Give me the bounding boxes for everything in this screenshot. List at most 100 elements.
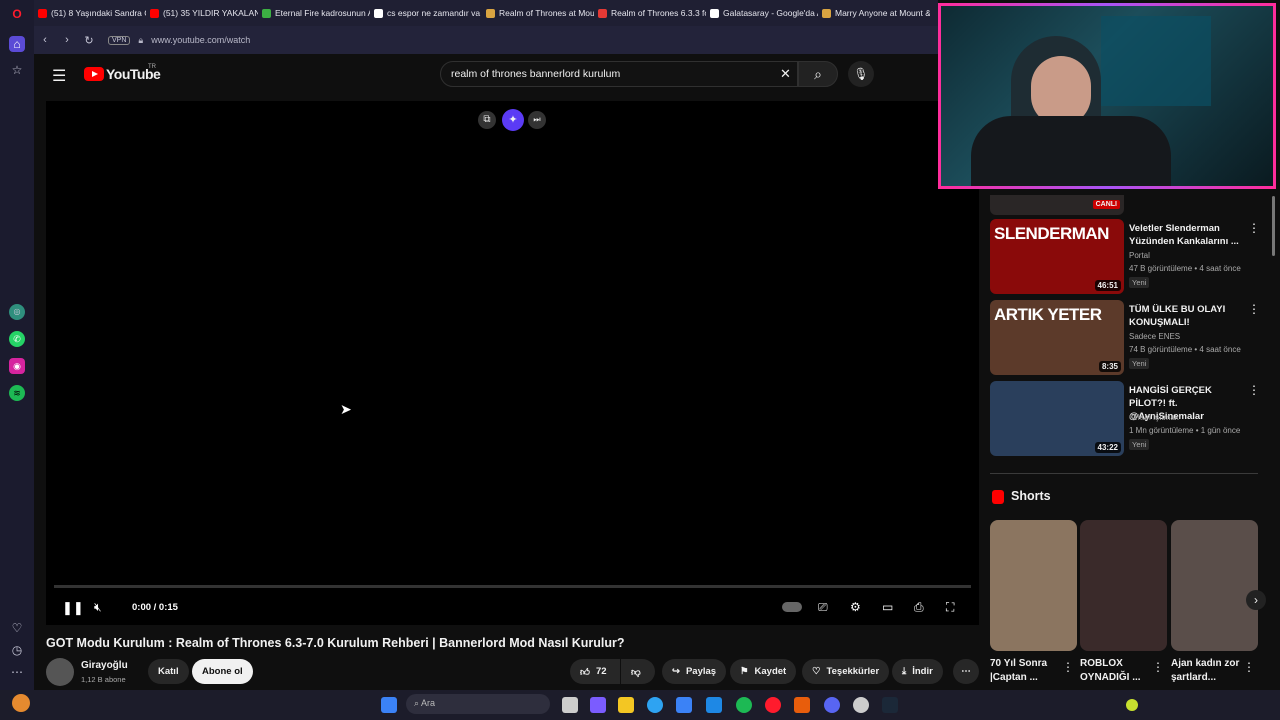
whatsapp-icon[interactable]: ✆ bbox=[9, 331, 25, 347]
progress-bar[interactable] bbox=[54, 585, 971, 588]
short-title[interactable]: Ajan kadın zor şartlard... bbox=[1171, 657, 1243, 685]
theater-mode-icon[interactable]: ▭ bbox=[882, 600, 893, 614]
tab-bar: (51) 8 Yaşındaki Sandra Ca (51) 35 YILDIR… bbox=[34, 0, 938, 26]
more-icon: ⋯ bbox=[961, 666, 971, 677]
pause-icon[interactable]: ❚❚ bbox=[62, 600, 84, 616]
file-explorer-icon[interactable] bbox=[618, 697, 634, 713]
save-button[interactable]: ⚑ Kaydet bbox=[730, 659, 797, 684]
browser-tab[interactable]: (51) 8 Yaşındaki Sandra Ca bbox=[34, 0, 146, 26]
cast-icon[interactable]: ⎙ bbox=[914, 600, 924, 615]
video-thumbnail[interactable]: ARTIK YETER 8:35 bbox=[990, 300, 1124, 375]
share-button[interactable]: ↪ Paylaş bbox=[662, 659, 727, 684]
recommendation-item[interactable]: SLENDERMAN 46:51 Veletler Slenderman Yüzün… bbox=[990, 219, 1265, 297]
mute-icon[interactable]: 🔇︎ bbox=[94, 600, 102, 615]
task-view-icon[interactable] bbox=[562, 697, 578, 713]
store-icon[interactable] bbox=[676, 697, 692, 713]
subtitles-icon[interactable]: ⎚ bbox=[818, 600, 828, 615]
more-options-icon[interactable]: ⋮ bbox=[1062, 660, 1074, 674]
clear-search-icon[interactable]: ✕ bbox=[780, 66, 791, 82]
ai-sparkle-icon[interactable]: ✦ bbox=[502, 109, 524, 131]
browser-tab[interactable]: Eternal Fire kadrosunun A bbox=[258, 0, 370, 26]
video-thumbnail[interactable]: SLENDERMAN 46:51 bbox=[990, 219, 1124, 294]
star-icon[interactable]: ☆ bbox=[9, 62, 25, 78]
short-thumbnail[interactable] bbox=[990, 520, 1077, 651]
more-options-icon[interactable]: ⋮ bbox=[1152, 660, 1164, 674]
dislike-button[interactable]: 👎︎ bbox=[621, 659, 655, 684]
channel-avatar[interactable] bbox=[46, 658, 74, 686]
url-field[interactable]: www.youtube.com/watch bbox=[151, 35, 250, 45]
home-icon[interactable]: ⌂ bbox=[9, 36, 25, 52]
edge-icon[interactable] bbox=[647, 697, 663, 713]
short-thumbnail[interactable] bbox=[1080, 520, 1167, 651]
shorts-next-icon[interactable]: › bbox=[1246, 590, 1266, 610]
more-actions-button[interactable]: ⋯ bbox=[953, 659, 979, 684]
more-options-icon[interactable]: ⋮ bbox=[1248, 302, 1260, 316]
apps-icon[interactable] bbox=[590, 697, 606, 713]
download-button[interactable]: ⤓ İndir bbox=[892, 659, 943, 684]
forward-icon[interactable]: › bbox=[56, 34, 78, 46]
autoplay-toggle[interactable] bbox=[782, 602, 802, 612]
windows-start-icon[interactable] bbox=[381, 697, 397, 713]
thanks-button[interactable]: ♡ Teşekkürler bbox=[802, 659, 890, 684]
discord-icon[interactable] bbox=[824, 697, 840, 713]
join-button[interactable]: Katıl bbox=[148, 659, 189, 684]
browser-tab[interactable]: Marry Anyone at Mount & bbox=[818, 0, 930, 26]
weather-icon[interactable] bbox=[12, 694, 30, 712]
spotify-icon[interactable]: ≋ bbox=[9, 385, 25, 401]
short-title[interactable]: ROBLOX OYNADIĞI ... bbox=[1080, 657, 1152, 685]
browser-tab[interactable]: cs espor ne zamandır va - bbox=[370, 0, 482, 26]
settings-icon[interactable]: ⚙ bbox=[850, 600, 861, 614]
like-button[interactable]: 👍︎ 72 bbox=[570, 659, 620, 684]
app-icon[interactable] bbox=[794, 697, 810, 713]
instagram-icon[interactable]: ◉ bbox=[9, 358, 25, 374]
subscribe-button[interactable]: Abone ol bbox=[192, 659, 253, 684]
browser-tab[interactable]: Realm of Thrones 6.3.3 fo bbox=[594, 0, 706, 26]
search-input[interactable]: realm of thrones bannerlord kurulum bbox=[440, 61, 798, 87]
browser-tab[interactable]: Galatasaray - Google'da A bbox=[706, 0, 818, 26]
opera-logo-icon[interactable]: O bbox=[9, 6, 25, 22]
short-title[interactable]: 70 Yıl Sonra |Captan ... bbox=[990, 657, 1062, 685]
video-thumbnail[interactable]: 43:22 bbox=[990, 381, 1124, 456]
short-thumbnail[interactable] bbox=[1171, 520, 1258, 651]
search-button[interactable]: ⌕ bbox=[798, 61, 838, 87]
browser-tab[interactable]: Realm of Thrones at Moun bbox=[482, 0, 594, 26]
history-icon[interactable]: ◷ bbox=[9, 642, 25, 658]
webcam-shelf bbox=[1101, 16, 1211, 106]
browser-tab[interactable]: (51) 35 YILDIR YAKALANA bbox=[146, 0, 258, 26]
recommendation-channel[interactable]: Portal bbox=[1129, 251, 1150, 260]
chatgpt-icon[interactable]: ◎ bbox=[9, 304, 25, 320]
recommendation-channel[interactable]: Orkun Işıtmak bbox=[1129, 413, 1179, 422]
reload-icon[interactable]: ↻ bbox=[78, 34, 100, 47]
youtube-logo-icon[interactable] bbox=[84, 67, 104, 81]
recommendation-channel[interactable]: Sadece ENES bbox=[1129, 332, 1180, 341]
back-icon[interactable]: ‹ bbox=[34, 34, 56, 46]
voice-search-button[interactable]: 🎙︎ bbox=[848, 61, 874, 87]
opera-taskbar-icon[interactable] bbox=[765, 697, 781, 713]
mail-icon[interactable] bbox=[706, 697, 722, 713]
taskbar-search[interactable]: ⌕ Ara bbox=[406, 694, 550, 714]
recommendation-title[interactable]: Veletler Slenderman Yüzünden Kankalarını… bbox=[1129, 222, 1241, 248]
heart-icon[interactable]: ♡ bbox=[9, 620, 25, 636]
obs-icon[interactable] bbox=[853, 697, 869, 713]
tab-favicon-icon bbox=[262, 8, 271, 18]
steam-icon[interactable] bbox=[882, 697, 898, 713]
tray-icon[interactable] bbox=[1126, 699, 1138, 711]
fullscreen-icon[interactable]: ⛶ bbox=[946, 600, 954, 615]
menu-icon[interactable]: ☰ bbox=[52, 66, 66, 86]
channel-name[interactable]: Girayoğlu bbox=[81, 660, 128, 671]
spotify-taskbar-icon[interactable] bbox=[736, 697, 752, 713]
recommendation-item[interactable]: ARTIK YETER 8:35 TÜM ÜLKE BU OLAYI KONUŞMA… bbox=[990, 300, 1265, 378]
skip-icon[interactable]: ⏭︎ bbox=[528, 111, 546, 129]
recommendation-title[interactable]: TÜM ÜLKE BU OLAYI KONUŞMALI! bbox=[1129, 303, 1241, 329]
video-player[interactable]: ⧉ ✦ ⏭︎ ➤ ❚❚ 🔇︎ 0:00 / 0:15 ⎚ ⚙ ▭ ⎙ ⛶ bbox=[46, 101, 979, 625]
download-icon: ⤓ bbox=[902, 666, 907, 677]
scrollbar-thumb[interactable] bbox=[1272, 196, 1275, 256]
more-icon[interactable]: ⋯ bbox=[9, 664, 25, 680]
recommendation-item[interactable]: 43:22 HANGİSİ GERÇEK PİLOT?! ft. @AyniSin… bbox=[990, 381, 1265, 459]
vpn-badge[interactable]: VPN bbox=[108, 35, 131, 45]
more-options-icon[interactable]: ⋮ bbox=[1248, 383, 1260, 397]
live-thumbnail[interactable]: CANLI bbox=[990, 195, 1124, 215]
copy-icon[interactable]: ⧉ bbox=[478, 111, 496, 129]
more-options-icon[interactable]: ⋮ bbox=[1248, 221, 1260, 235]
more-options-icon[interactable]: ⋮ bbox=[1243, 660, 1255, 674]
